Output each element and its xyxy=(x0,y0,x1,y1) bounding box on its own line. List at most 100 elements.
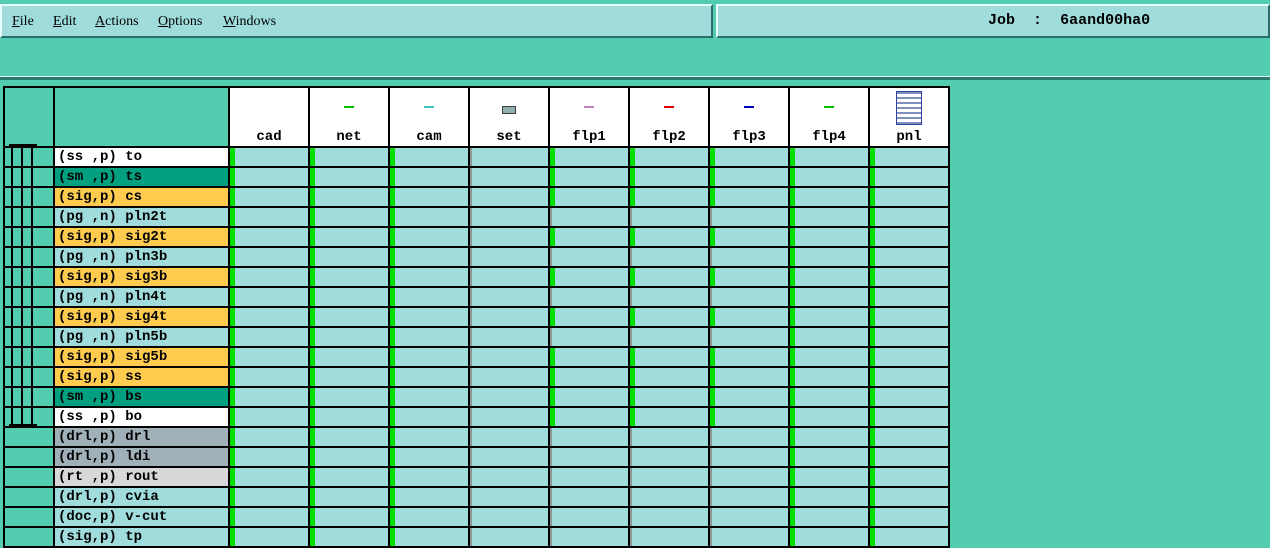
matrix-cell[interactable] xyxy=(548,386,630,408)
matrix-cell[interactable] xyxy=(628,266,710,288)
menu-edit[interactable]: Edit xyxy=(53,14,76,30)
matrix-cell[interactable] xyxy=(628,346,710,368)
matrix-cell[interactable] xyxy=(868,506,950,528)
matrix-cell[interactable] xyxy=(868,526,950,548)
matrix-cell[interactable] xyxy=(308,486,390,508)
matrix-cell[interactable] xyxy=(308,346,390,368)
layer-name[interactable]: (sm ,p) ts xyxy=(53,166,230,188)
matrix-cell[interactable] xyxy=(788,426,870,448)
matrix-cell[interactable] xyxy=(388,466,470,488)
matrix-cell[interactable] xyxy=(708,146,790,168)
step-flp2-header[interactable]: flp2 xyxy=(628,86,710,148)
layer-name[interactable]: (pg ,n) pln4t xyxy=(53,286,230,308)
menu-windows[interactable]: Windows xyxy=(223,14,276,30)
matrix-cell[interactable] xyxy=(388,186,470,208)
matrix-cell[interactable] xyxy=(228,326,310,348)
matrix-cell[interactable] xyxy=(548,286,630,308)
layer-name[interactable]: (sig,p) tp xyxy=(53,526,230,548)
matrix-cell[interactable] xyxy=(308,506,390,528)
matrix-cell[interactable] xyxy=(468,246,550,268)
matrix-cell[interactable] xyxy=(708,486,790,508)
matrix-cell[interactable] xyxy=(708,286,790,308)
matrix-cell[interactable] xyxy=(628,226,710,248)
matrix-cell[interactable] xyxy=(708,266,790,288)
matrix-cell[interactable] xyxy=(468,386,550,408)
matrix-cell[interactable] xyxy=(388,166,470,188)
matrix-cell[interactable] xyxy=(788,366,870,388)
layer-name[interactable]: (rt ,p) rout xyxy=(53,466,230,488)
matrix-cell[interactable] xyxy=(468,206,550,228)
matrix-cell[interactable] xyxy=(548,446,630,468)
matrix-cell[interactable] xyxy=(708,386,790,408)
step-cam-header[interactable]: cam xyxy=(388,86,470,148)
matrix-cell[interactable] xyxy=(228,466,310,488)
matrix-cell[interactable] xyxy=(308,426,390,448)
matrix-cell[interactable] xyxy=(628,146,710,168)
matrix-cell[interactable] xyxy=(788,286,870,308)
matrix-cell[interactable] xyxy=(308,386,390,408)
matrix-cell[interactable] xyxy=(388,486,470,508)
matrix-cell[interactable] xyxy=(628,506,710,528)
matrix-cell[interactable] xyxy=(788,266,870,288)
matrix-cell[interactable] xyxy=(548,166,630,188)
step-cad-header[interactable]: cad xyxy=(228,86,310,148)
matrix-cell[interactable] xyxy=(708,526,790,548)
matrix-cell[interactable] xyxy=(388,386,470,408)
matrix-cell[interactable] xyxy=(708,206,790,228)
matrix-cell[interactable] xyxy=(868,346,950,368)
matrix-cell[interactable] xyxy=(548,186,630,208)
matrix-cell[interactable] xyxy=(308,146,390,168)
matrix-cell[interactable] xyxy=(228,386,310,408)
matrix-cell[interactable] xyxy=(628,466,710,488)
matrix-cell[interactable] xyxy=(388,226,470,248)
matrix-cell[interactable] xyxy=(628,306,710,328)
layer-name[interactable]: (sig,p) sig2t xyxy=(53,226,230,248)
matrix-cell[interactable] xyxy=(628,446,710,468)
matrix-cell[interactable] xyxy=(308,406,390,428)
layer-name[interactable]: (drl,p) drl xyxy=(53,426,230,448)
matrix-cell[interactable] xyxy=(228,446,310,468)
matrix-cell[interactable] xyxy=(868,486,950,508)
layer-name[interactable]: (sig,p) sig5b xyxy=(53,346,230,368)
matrix-cell[interactable] xyxy=(548,366,630,388)
matrix-cell[interactable] xyxy=(388,306,470,328)
matrix-cell[interactable] xyxy=(628,386,710,408)
matrix-cell[interactable] xyxy=(228,486,310,508)
matrix-cell[interactable] xyxy=(548,466,630,488)
matrix-cell[interactable] xyxy=(788,506,870,528)
matrix-cell[interactable] xyxy=(628,166,710,188)
layer-name[interactable]: (drl,p) ldi xyxy=(53,446,230,468)
matrix-cell[interactable] xyxy=(548,246,630,268)
matrix-cell[interactable] xyxy=(228,506,310,528)
matrix-cell[interactable] xyxy=(548,426,630,448)
matrix-cell[interactable] xyxy=(868,186,950,208)
matrix-cell[interactable] xyxy=(468,346,550,368)
matrix-cell[interactable] xyxy=(388,366,470,388)
matrix-cell[interactable] xyxy=(548,506,630,528)
matrix-cell[interactable] xyxy=(548,266,630,288)
matrix-cell[interactable] xyxy=(788,446,870,468)
menu-options[interactable]: Options xyxy=(158,14,202,30)
step-pnl-header[interactable]: pnl xyxy=(868,86,950,148)
matrix-cell[interactable] xyxy=(708,226,790,248)
matrix-cell[interactable] xyxy=(468,486,550,508)
step-flp1-header[interactable]: flp1 xyxy=(548,86,630,148)
matrix-cell[interactable] xyxy=(308,206,390,228)
matrix-cell[interactable] xyxy=(468,186,550,208)
matrix-cell[interactable] xyxy=(628,366,710,388)
step-set-header[interactable]: set xyxy=(468,86,550,148)
layer-name[interactable]: (ss ,p) to xyxy=(53,146,230,168)
matrix-cell[interactable] xyxy=(228,346,310,368)
matrix-cell[interactable] xyxy=(388,426,470,448)
matrix-cell[interactable] xyxy=(468,506,550,528)
menu-actions[interactable]: Actions xyxy=(95,14,139,30)
matrix-cell[interactable] xyxy=(628,206,710,228)
matrix-cell[interactable] xyxy=(468,286,550,308)
matrix-cell[interactable] xyxy=(388,266,470,288)
matrix-cell[interactable] xyxy=(868,146,950,168)
matrix-cell[interactable] xyxy=(468,146,550,168)
matrix-cell[interactable] xyxy=(228,246,310,268)
matrix-cell[interactable] xyxy=(308,186,390,208)
matrix-cell[interactable] xyxy=(788,486,870,508)
matrix-cell[interactable] xyxy=(788,306,870,328)
